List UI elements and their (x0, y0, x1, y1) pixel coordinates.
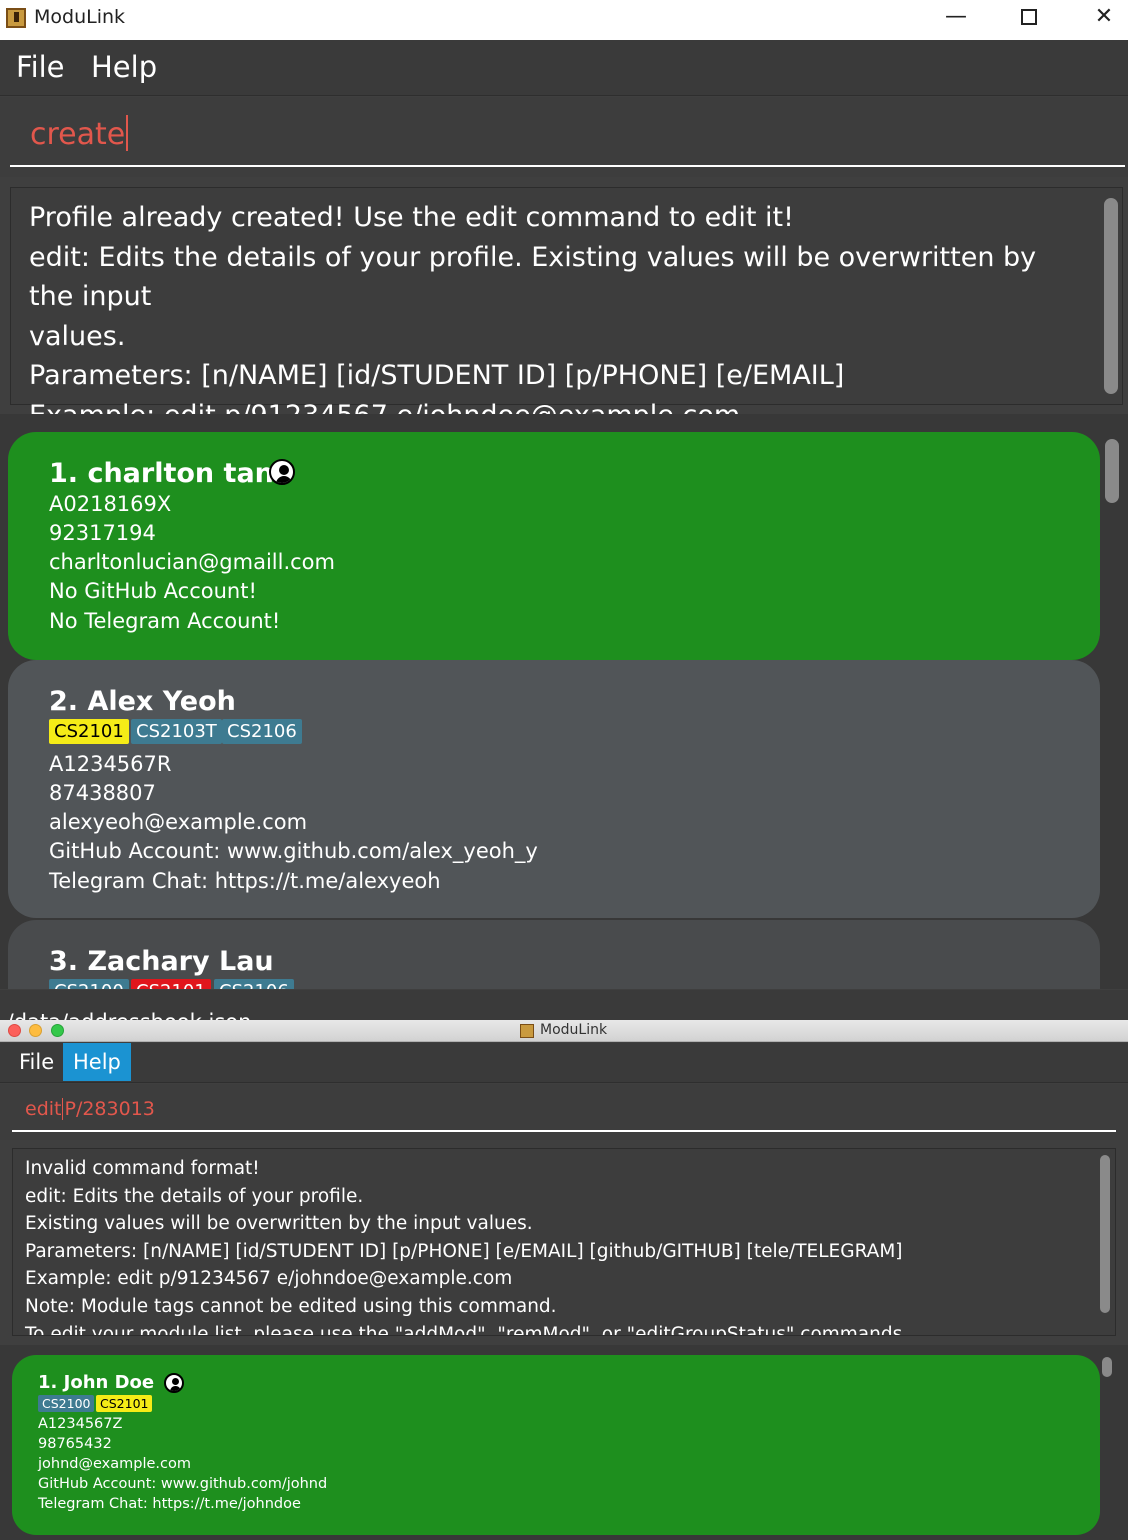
email: charltonlucian@gmaill.com (49, 550, 335, 574)
student-id: A0218169X (49, 492, 172, 516)
result-line: Parameters: [n/NAME] [id/STUDENT ID] [p/… (25, 1240, 903, 1262)
phone: 87438807 (49, 781, 156, 805)
menu-help[interactable]: Help (63, 1043, 131, 1081)
module-tag: CS2101 (96, 1395, 153, 1412)
minimize-icon: — (945, 4, 967, 29)
main-window-windows: ModuLink — ✕ File Help create Profile al… (0, 0, 1128, 1020)
result-line: Note: Module tags cannot be edited using… (25, 1295, 557, 1317)
maximize-icon (1021, 9, 1037, 25)
person-name: 3. Zachary Lau (49, 946, 274, 977)
result-scrollbar[interactable] (1104, 198, 1118, 394)
command-input[interactable]: edit P/283013 (25, 1098, 155, 1120)
person-card[interactable]: 2. Alex Yeoh CS2101 CS2103T CS2106 A1234… (8, 660, 1100, 918)
person-list: 1. John Doe CS2100 CS2101 A1234567Z 9876… (0, 1345, 1128, 1540)
result-scrollbar[interactable] (1100, 1155, 1110, 1313)
result-display[interactable]: Invalid command format! edit: Edits the … (12, 1148, 1116, 1336)
minimize-button[interactable]: — (932, 0, 980, 36)
user-profile-icon (269, 459, 295, 485)
status-file-path: ./data/addressbook.json (0, 1010, 251, 1020)
result-line: Example: edit p/91234567 e/johndoe@examp… (25, 1268, 513, 1290)
result-line: edit: Edits the details of your profile.… (29, 241, 1037, 313)
result-line: Parameters: [n/NAME] [id/STUDENT ID] [p/… (29, 360, 845, 392)
module-tag: CS2100 (38, 1395, 95, 1412)
menu-file[interactable]: File (9, 1043, 64, 1081)
result-line: edit: Edits the details of your profile. (25, 1185, 364, 1207)
telegram: No Telegram Account! (49, 609, 281, 633)
person-card-user[interactable]: 1. charlton tan A0218169X 92317194 charl… (8, 432, 1100, 660)
maximize-button[interactable] (1005, 0, 1053, 36)
command-box: create (0, 97, 1128, 177)
telegram: Telegram Chat: https://t.me/alexyeoh (49, 869, 441, 893)
module-tag: CS2106 (214, 979, 294, 989)
app-icon (6, 8, 26, 28)
minimize-button[interactable] (29, 1024, 42, 1037)
student-id: A1234567R (49, 752, 172, 776)
result-display[interactable]: Profile already created! Use the edit co… (10, 187, 1123, 431)
result-line: To edit your module list, please use the… (25, 1323, 909, 1336)
person-list: 1. charlton tan A0218169X 92317194 charl… (0, 414, 1128, 989)
main-window-mac: ModuLink File Help edit P/283013 Invalid … (0, 1020, 1128, 1540)
command-input-text: create (30, 117, 126, 152)
person-list-scrollbar[interactable] (1105, 439, 1119, 503)
person-name: 1. John Doe (38, 1372, 155, 1393)
email: johnd@example.com (38, 1456, 191, 1472)
github: GitHub Account: www.github.com/johnd (38, 1476, 328, 1492)
person-card-user[interactable]: 1. John Doe CS2100 CS2101 A1234567Z 9876… (12, 1355, 1100, 1535)
result-line: values. (29, 320, 126, 352)
phone: 98765432 (38, 1436, 112, 1452)
email: alexyeoh@example.com (49, 810, 308, 834)
window-title: ModuLink (540, 1022, 608, 1038)
close-button[interactable]: ✕ (1080, 0, 1128, 36)
result-line: Existing values will be overwritten by t… (25, 1213, 533, 1235)
close-button[interactable] (8, 1024, 21, 1037)
person-list-scrollbar[interactable] (1102, 1357, 1112, 1377)
module-tag: CS2100 (49, 979, 129, 989)
person-name: 2. Alex Yeoh (49, 686, 236, 717)
student-id: A1234567Z (38, 1416, 123, 1432)
module-tag: CS2103T (131, 719, 222, 744)
menu-bar: File Help (0, 1043, 1128, 1083)
menu-help[interactable]: Help (91, 50, 157, 84)
command-box: edit P/283013 (0, 1084, 1128, 1140)
title-bar: ModuLink (0, 1020, 1128, 1042)
command-input-text: P/283013 (64, 1098, 155, 1120)
command-input-underline (12, 1130, 1116, 1132)
title-bar: ModuLink — ✕ (0, 0, 1128, 40)
github: No GitHub Account! (49, 579, 257, 603)
user-profile-icon (164, 1373, 184, 1393)
window-title: ModuLink (34, 6, 126, 28)
module-tag: CS2101 (49, 719, 129, 744)
person-name: 1. charlton tan (49, 458, 274, 489)
module-tag: CS2101 (131, 979, 211, 989)
menu-file[interactable]: File (16, 50, 65, 84)
github: GitHub Account: www.github.com/alex_yeoh… (49, 839, 538, 863)
command-input[interactable]: create (30, 115, 129, 152)
command-input-underline (10, 165, 1125, 167)
app-icon (520, 1024, 534, 1038)
command-input-text: edit (25, 1098, 62, 1120)
telegram: Telegram Chat: https://t.me/johndoe (38, 1496, 301, 1512)
status-bar: ./data/addressbook.json (0, 990, 1128, 1020)
result-line: Profile already created! Use the edit co… (29, 202, 794, 233)
module-tag: CS2106 (222, 719, 302, 744)
person-card[interactable]: 3. Zachary Lau CS2100 CS2101 CS2106 (8, 920, 1100, 989)
menu-bar: File Help (0, 40, 1128, 96)
result-text: Invalid command format! edit: Edits the … (25, 1155, 1085, 1336)
result-line: Invalid command format! (25, 1158, 260, 1179)
zoom-button[interactable] (51, 1024, 64, 1037)
text-caret (126, 115, 129, 151)
phone: 92317194 (49, 521, 156, 545)
close-icon: ✕ (1094, 4, 1114, 29)
result-text: Profile already created! Use the edit co… (29, 198, 1089, 436)
